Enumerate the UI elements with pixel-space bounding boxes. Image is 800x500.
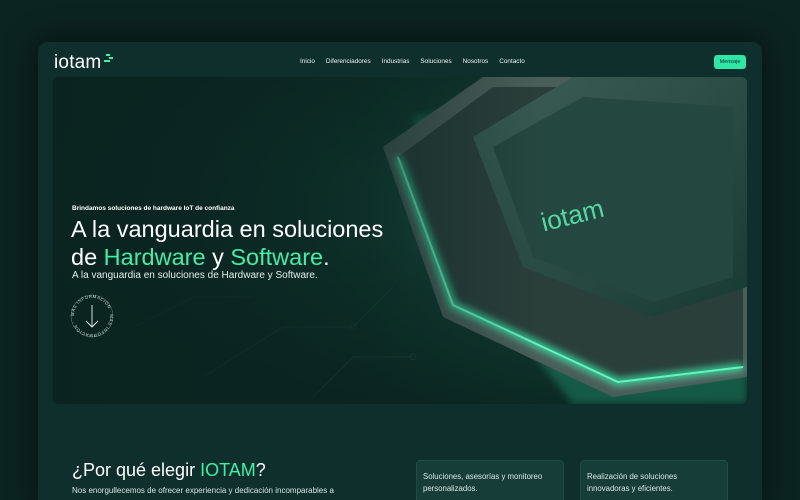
logo[interactable]: iotam — [54, 52, 114, 74]
hero-eyebrow: Brindamos soluciones de hardware IoT de … — [72, 205, 235, 212]
nav-item-industrias[interactable]: Industrias — [382, 58, 410, 65]
hero-title-software: Software — [230, 244, 324, 270]
hero-title-hardware: Hardware — [103, 244, 206, 270]
nav-item-contacto[interactable]: Contacto — [499, 58, 525, 65]
why-title: ¿Por qué elegir IOTAM? — [72, 460, 266, 481]
arrow-down-icon — [85, 305, 99, 328]
why-title-prefix: ¿Por qué elegir — [72, 460, 201, 480]
hero-title-de: de — [71, 244, 104, 270]
hero-title: A la vanguardia en soluciones de Hardwar… — [71, 215, 451, 271]
top-navigation: iotam Inicio Diferenciadores Industrias … — [38, 42, 762, 78]
hero-title-dot: . — [323, 244, 330, 270]
nav-item-inicio[interactable]: Inicio — [300, 58, 315, 65]
browser-frame: iotam Inicio Diferenciadores Industrias … — [38, 42, 762, 500]
why-title-suffix: ? — [255, 460, 266, 480]
why-text: Nos enorgullecemos de ofrecer experienci… — [72, 486, 334, 495]
nav-item-diferenciadores[interactable]: Diferenciadores — [326, 58, 371, 65]
hero-title-y: y — [205, 244, 231, 270]
hero-title-line1: A la vanguardia en soluciones — [71, 216, 384, 242]
why-title-brand: IOTAM — [200, 460, 256, 480]
nav-item-nosotros[interactable]: Nosotros — [463, 58, 489, 65]
message-button[interactable]: Mensaje — [714, 55, 746, 69]
main-menu: Inicio Diferenciadores Industrias Soluci… — [300, 58, 525, 65]
feature-card: Realización de soluciones innovadoras y … — [580, 460, 728, 500]
logo-mark-icon — [104, 54, 114, 62]
hero-subtitle: A la vanguardia en soluciones de Hardwar… — [72, 270, 318, 281]
feature-card-text: Realización de soluciones innovadoras y … — [587, 472, 678, 493]
nav-item-soluciones[interactable]: Soluciones — [420, 58, 451, 65]
feature-card-text: Soluciones, asesorías y monitoreo person… — [423, 472, 543, 493]
hero-section: iotam Brindamos soluciones de hardware I… — [53, 77, 747, 404]
feature-card: Soluciones, asesorías y monitoreo person… — [416, 460, 564, 500]
more-info-badge[interactable]: MÁS INFORMACIÓN · MÁS INFORMACIÓN · — [70, 292, 114, 340]
logo-text: iotam — [54, 52, 102, 73]
